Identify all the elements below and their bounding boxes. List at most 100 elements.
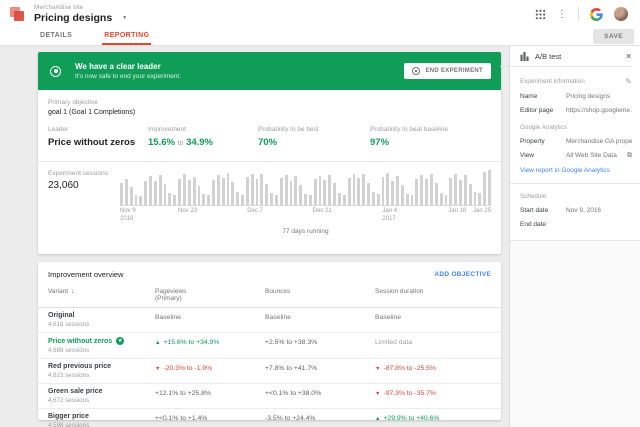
session-bar [415,179,418,205]
view-report-link[interactable]: View report in Google Analytics [520,167,632,174]
table-row[interactable]: Green sale price4,672 sessions+12.1% to … [38,383,501,408]
session-bar [265,184,268,205]
divider [510,183,640,184]
tab-bar: DETAILS REPORTING SAVE [0,28,640,46]
metric-cell: ▲+29.9% to +40.6% [375,413,491,422]
close-icon[interactable]: ✕ [625,52,632,61]
session-bar [149,176,152,205]
session-bar [386,173,389,205]
session-bar [154,181,157,206]
improvement-table-body: Original4,618 sessionsBaselineBaselineBa… [38,308,501,427]
sessions-bar-chart [120,170,491,206]
session-bar [328,175,331,205]
start-date-value: Nov 9, 2016 [566,207,632,214]
start-date-label: Start date [520,207,566,214]
banner-subtitle: It's now safe to end your experiment. [75,73,181,80]
metric-cell: -3.5% to +24.4% [265,413,375,422]
end-experiment-button[interactable]: END EXPERIMENT [404,63,491,79]
session-bar [193,177,196,205]
metric-cell: Baseline [155,312,265,321]
user-avatar[interactable] [614,7,628,21]
session-bar [319,176,322,205]
tab-reporting[interactable]: REPORTING [102,28,151,45]
save-button[interactable]: SAVE [593,29,634,44]
session-bar [183,174,186,205]
metric-cell: Baseline [265,312,375,321]
session-bar [449,178,452,205]
add-objective-link[interactable]: ADD OBJECTIVE [434,271,491,278]
session-bar [135,195,138,206]
google-logo-icon[interactable] [590,8,603,21]
table-row[interactable]: Original4,618 sessionsBaselineBaselineBa… [38,308,501,332]
sessions-section: Experiment sessions 23,060 Nov 92016Nov … [38,162,501,254]
variant-name: Green sale price [48,388,155,395]
session-bar [323,180,326,205]
column-pageviews[interactable]: Pageviews(Primary) [155,288,265,302]
primary-objective-value: goal 1 (Goal 1 Completions) [48,109,491,116]
sort-arrow-icon: ↓ [71,288,75,295]
trend-up-icon: ▲ [155,340,160,346]
table-row[interactable]: Price without zeros★4,689 sessions▲+15.6… [38,332,501,358]
axis-tick-label: Nov 23 [178,208,197,216]
session-bar [125,179,128,205]
apps-grid-icon[interactable] [535,9,546,20]
prob-beat-label: Probability to beat baseline [370,126,491,133]
session-bar [168,193,171,205]
session-bar [212,180,215,205]
session-bar [256,179,259,205]
leader-badge-icon: ★ [116,337,124,345]
column-variant[interactable]: Variant↓ [48,288,155,302]
end-date-label: End date [520,221,566,228]
metric-cell: ▼-97.3% to -35.7% [375,388,491,397]
stop-icon [412,67,420,75]
external-link-icon[interactable]: ⧉ [627,152,632,160]
sessions-count: 23,060 [48,180,120,191]
metric-cell: +<0.1% to +38.0% [265,388,375,397]
session-bar [372,192,375,205]
metric-cell: ▲+15.6% to +34.9% [155,337,265,346]
report-main: We have a clear leader It's now safe to … [0,46,509,427]
experiment-title-dropdown[interactable]: Pricing designs ▼ [34,13,127,24]
editor-page-value: https://shop.googleme… [566,107,632,114]
session-bar [159,175,162,205]
variant-name: Red previous price [48,363,155,370]
tab-details[interactable]: DETAILS [38,28,74,45]
session-bar [377,194,380,205]
editor-page-label: Editor page [520,107,566,114]
session-bar [382,177,385,205]
table-row[interactable]: Red previous price4,623 sessions▼-20.3% … [38,358,501,383]
session-bar [217,175,220,205]
session-bar [445,195,448,206]
optimize-logo-icon[interactable] [10,7,24,21]
chevron-down-icon: ▼ [122,16,127,21]
property-value: Merchandise GA property [566,138,632,145]
column-session-duration[interactable]: Session duration [375,288,491,302]
ab-test-icon [520,52,529,61]
session-bar [290,181,293,206]
name-label: Name [520,93,566,100]
session-bar [202,194,205,205]
session-bar [440,193,443,205]
google-analytics-label: Google Analytics [520,124,632,131]
variant-sessions: 4,598 sessions [48,422,155,427]
session-bar [251,174,254,206]
edit-pencil-icon[interactable]: ✎ [625,77,632,86]
session-bar [188,180,191,205]
column-bounces[interactable]: Bounces [265,288,375,302]
metric-cell: ▼-20.3% to -1.9% [155,363,265,372]
view-value: All Web Site Data [566,152,625,159]
clear-leader-banner: We have a clear leader It's now safe to … [38,52,501,90]
metric-cell: +2.5% to +38.3% [265,337,375,346]
ab-test-panel: A/B test ✕ Experiment information ✎ Name… [509,46,640,427]
session-bar [270,193,273,205]
session-bar [348,178,351,205]
session-bar [304,194,307,205]
more-menu-icon[interactable]: ⋮ [557,9,567,20]
session-bar [280,178,283,205]
session-bar [241,195,244,206]
experiment-title: Pricing designs [34,13,112,24]
session-bar [139,196,142,205]
session-bar [198,186,201,205]
table-row[interactable]: Bigger price4,598 sessions+<0.1% to +1.4… [38,408,501,427]
axis-tick-label: Dec 21 [313,208,332,216]
